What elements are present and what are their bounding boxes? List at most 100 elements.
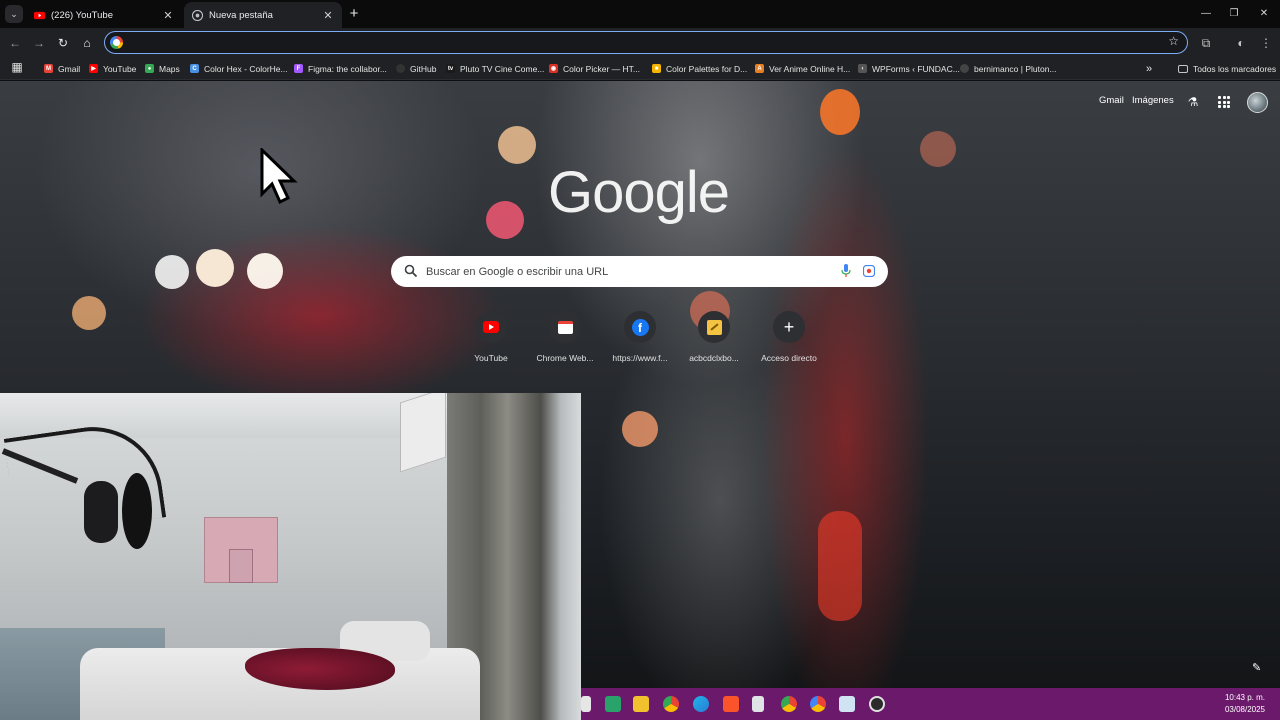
- youtube-icon: [483, 321, 499, 333]
- bookmark-maps[interactable]: ● Maps: [145, 61, 180, 76]
- bookmark-anime[interactable]: A Ver Anime Online H...: [755, 61, 850, 76]
- webcam-pop-filter: [122, 473, 152, 549]
- bookmark-colorpicker[interactable]: ◉ Color Picker — HT...: [549, 61, 640, 76]
- shortcut-youtube[interactable]: YouTube: [455, 309, 527, 367]
- bokeh-light: [622, 411, 658, 447]
- plutotv-icon: tv: [446, 64, 455, 73]
- clock[interactable]: 10:43 p. m. 03/08/2025: [1225, 692, 1265, 716]
- search-input[interactable]: [426, 264, 826, 279]
- apps-grid-icon[interactable]: ▦: [8, 58, 26, 76]
- bookmark-youtube[interactable]: ▶ YouTube: [89, 61, 136, 76]
- folder-icon[interactable]: [633, 696, 649, 712]
- all-bookmarks-folder[interactable]: Todos los marcadores: [1178, 61, 1276, 76]
- chrome-profile-icon[interactable]: [781, 696, 797, 712]
- close-tab-icon[interactable]: ✕: [322, 9, 334, 22]
- search-box[interactable]: [391, 256, 888, 287]
- webcam-overlay: [0, 393, 581, 720]
- address-input[interactable]: [129, 35, 1129, 50]
- overflow-chevron: »: [1146, 62, 1153, 75]
- browser-window: ⌄ (226) YouTube ✕ Nueva pestaña ✕ + — ❐ …: [0, 0, 1280, 720]
- tab-youtube[interactable]: (226) YouTube ✕: [26, 2, 182, 28]
- store-icon[interactable]: [605, 696, 621, 712]
- google-logo: Google: [548, 160, 730, 225]
- bookmark-wpforms[interactable]: ‹ WPForms ‹ FUNDAC...: [858, 61, 960, 76]
- shortcut-title: acbcdclxbo...: [689, 353, 739, 363]
- bookmarks-overflow-icon[interactable]: »: [1146, 61, 1152, 76]
- bookmark-label: Ver Anime Online H...: [769, 63, 851, 74]
- back-icon[interactable]: ←: [6, 34, 24, 52]
- customize-pencil-icon[interactable]: ✎: [1252, 661, 1264, 674]
- clock-date: 03/08/2025: [1224, 705, 1265, 714]
- bokeh-light: [247, 253, 283, 289]
- new-tab-button[interactable]: +: [346, 6, 362, 22]
- shortcut-tile: [698, 311, 730, 343]
- github-icon: [396, 64, 405, 73]
- labs-flask-icon[interactable]: ⚗: [1186, 95, 1200, 109]
- bookmark-github[interactable]: GitHub: [396, 61, 436, 76]
- facebook-icon: f: [631, 318, 649, 336]
- gmail-link[interactable]: Gmail: [1099, 95, 1124, 106]
- restore-icon[interactable]: ❐: [1224, 6, 1244, 22]
- youtube-icon: ▶: [89, 64, 98, 73]
- bookmark-gmail[interactable]: M Gmail: [44, 61, 80, 76]
- plus-icon: +: [783, 317, 795, 337]
- microphone-icon[interactable]: [841, 264, 851, 278]
- images-link[interactable]: Imágenes: [1132, 95, 1174, 106]
- shortcut-add[interactable]: + Acceso directo: [753, 309, 825, 367]
- bookmark-pluton[interactable]: bernimanco | Pluton...: [960, 61, 1057, 76]
- home-icon[interactable]: ⌂: [78, 34, 96, 52]
- address-bar[interactable]: ☆: [104, 31, 1188, 54]
- shortcut-title: Acceso directo: [761, 353, 817, 363]
- all-bookmarks-label: Todos los marcadores: [1193, 63, 1277, 74]
- bokeh-light: [498, 126, 536, 164]
- menu-kebab-icon[interactable]: ⋮: [1257, 34, 1275, 52]
- bookmark-plutotv[interactable]: tv Pluto TV Cine Come...: [446, 61, 544, 76]
- tab-new-tab[interactable]: Nueva pestaña ✕: [184, 2, 342, 28]
- photos-icon[interactable]: [839, 696, 855, 712]
- bookmark-figma[interactable]: F Figma: the collabor...: [294, 61, 387, 76]
- minimize-icon[interactable]: —: [1196, 6, 1216, 22]
- gmail-icon: M: [44, 64, 53, 73]
- bookmark-label: GitHub: [410, 63, 437, 74]
- google-apps-icon[interactable]: [1218, 96, 1230, 108]
- forward-icon[interactable]: →: [30, 34, 48, 52]
- extensions-icon[interactable]: ⧉: [1197, 34, 1215, 52]
- brave-icon[interactable]: [723, 696, 739, 712]
- bookmark-label: Color Palettes for D...: [666, 63, 748, 74]
- file-icon[interactable]: [581, 696, 591, 712]
- shortcut-facebook[interactable]: f https://www.f...: [604, 309, 676, 367]
- figma-icon: F: [294, 64, 303, 73]
- avatar[interactable]: [1247, 92, 1268, 113]
- bokeh-light: [196, 249, 234, 287]
- shortcut-chrome-web-store[interactable]: Chrome Web...: [529, 309, 601, 367]
- bookmark-star-icon[interactable]: ☆: [1168, 34, 1179, 48]
- bookmark-label: bernimanco | Pluton...: [974, 63, 1057, 74]
- tab-label: Nueva pestaña: [209, 9, 273, 21]
- edge-icon[interactable]: [693, 696, 709, 712]
- shortcut-tile: +: [773, 311, 805, 343]
- tab-search-icon[interactable]: ⌄: [5, 5, 23, 23]
- app-icon[interactable]: [869, 696, 885, 712]
- calculator-icon[interactable]: [752, 696, 764, 712]
- shortcut-notes[interactable]: acbcdclxbo...: [678, 309, 750, 367]
- bookmark-colorhex[interactable]: C Color Hex - ColorHe...: [190, 61, 288, 76]
- reload-icon[interactable]: ↻: [54, 34, 72, 52]
- folder-icon: [1178, 64, 1188, 73]
- colorpicker-icon: ◉: [549, 64, 558, 73]
- bookmark-label: Pluto TV Cine Come...: [460, 63, 545, 74]
- chrome-icon[interactable]: [663, 696, 679, 712]
- bookmark-palettes[interactable]: ■ Color Palettes for D...: [652, 61, 747, 76]
- shortcut-tile: [475, 311, 507, 343]
- shortcut-tile: [549, 311, 581, 343]
- bokeh-light: [920, 131, 956, 167]
- taskbar: 10:43 p. m. 03/08/2025: [581, 688, 1280, 720]
- mouse-cursor-icon: [260, 148, 298, 205]
- bookmark-label: Color Hex - ColorHe...: [204, 63, 288, 74]
- webcam-air-conditioner: [400, 393, 446, 473]
- chrome-dev-icon[interactable]: [810, 696, 826, 712]
- close-tab-icon[interactable]: ✕: [162, 9, 174, 22]
- profile-sync-icon[interactable]: ◐: [1232, 34, 1250, 52]
- google-lens-icon[interactable]: [863, 265, 875, 277]
- close-window-icon[interactable]: ✕: [1254, 6, 1274, 22]
- chrome-icon: [192, 9, 203, 21]
